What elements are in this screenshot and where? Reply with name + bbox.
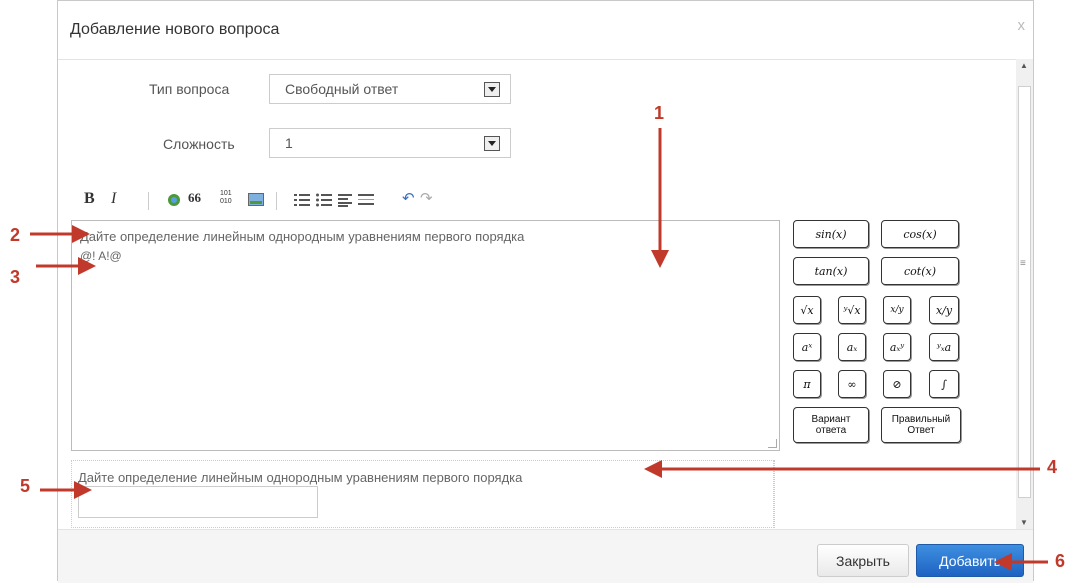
annotation-label-1: 1 xyxy=(654,103,665,123)
annotation-overlay xyxy=(30,128,1048,571)
annotation-label-3: 3 xyxy=(10,267,21,287)
annotation-label-2: 2 xyxy=(10,225,21,245)
annotation-label-6: 6 xyxy=(1055,551,1066,571)
annotation-label-4: 4 xyxy=(1047,457,1058,477)
annotation-label-5: 5 xyxy=(20,476,31,496)
